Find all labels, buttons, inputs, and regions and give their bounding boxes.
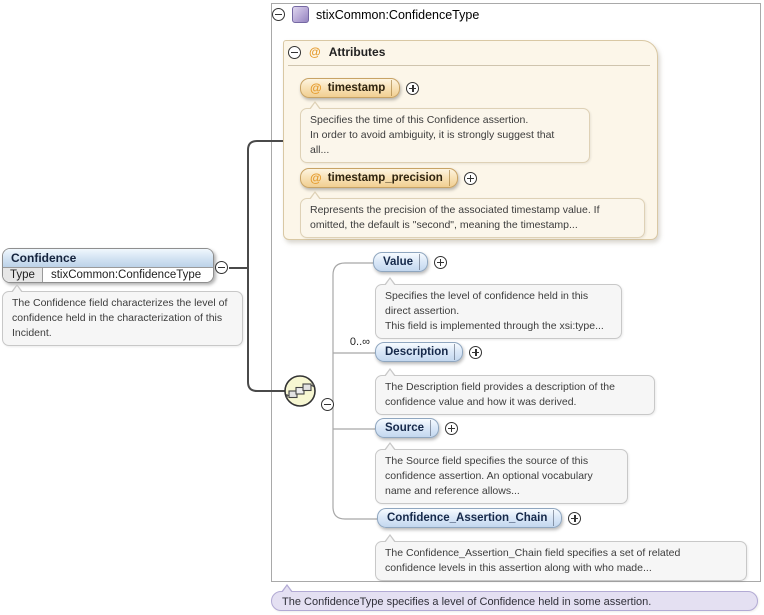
expand-description-icon[interactable] (469, 346, 482, 359)
cardinality-label: 0..∞ (300, 336, 370, 348)
description-doc-tooltip: The Description field provides a descrip… (375, 375, 655, 415)
attribute-timestamp-precision[interactable]: @ timestamp_precision (300, 168, 458, 188)
attribute-at-icon: @ (310, 172, 322, 184)
confidence-doc-tooltip: The Confidence field characterizes the l… (2, 291, 243, 346)
type-title: stixCommon:ConfidenceType (316, 8, 479, 22)
expand-value-icon[interactable] (434, 256, 447, 269)
element-card-confidence[interactable]: Confidence Type stixCommon:ConfidenceTyp… (2, 248, 214, 283)
element-label: Value (383, 256, 413, 268)
timestamp-precision-doc-tooltip: Represents the precision of the associat… (300, 198, 645, 238)
attributes-section-title: Attributes (329, 45, 386, 59)
collapse-attributes-icon[interactable] (288, 46, 301, 59)
element-label: Confidence_Assertion_Chain (387, 512, 547, 524)
element-value[interactable]: Value (373, 252, 428, 272)
element-label: Description (385, 346, 448, 358)
collapse-sequence-icon[interactable] (321, 398, 334, 411)
element-name: Confidence (3, 249, 213, 268)
attribute-label: timestamp (328, 82, 386, 94)
element-source[interactable]: Source (375, 418, 439, 438)
collapse-confidence-icon[interactable] (215, 261, 228, 274)
timestamp-doc-tooltip: Specifies the time of this Confidence as… (300, 108, 590, 163)
type-footer-annotation: The ConfidenceType specifies a level of … (271, 591, 758, 611)
attribute-at-icon: @ (310, 82, 322, 94)
collapse-type-icon[interactable] (272, 8, 285, 21)
source-doc-tooltip: The Source field specifies the source of… (375, 449, 628, 504)
attribute-timestamp[interactable]: @ timestamp (300, 78, 400, 98)
attribute-at-icon: @ (309, 46, 321, 58)
expand-timestamp-precision-icon[interactable] (464, 172, 477, 185)
complextype-icon (292, 6, 309, 23)
type-row-value: stixCommon:ConfidenceType (43, 268, 209, 282)
value-doc-tooltip: Specifies the level of confidence held i… (375, 284, 622, 339)
confidence-assertion-chain-doc-tooltip: The Confidence_Assertion_Chain field spe… (375, 541, 747, 581)
type-row-label: Type (3, 268, 43, 282)
attribute-label: timestamp_precision (328, 172, 443, 184)
expand-confidence-assertion-chain-icon[interactable] (568, 512, 581, 525)
element-description[interactable]: Description (375, 342, 463, 362)
expand-timestamp-icon[interactable] (406, 82, 419, 95)
element-label: Source (385, 422, 424, 434)
expand-source-icon[interactable] (445, 422, 458, 435)
schema-diagram-canvas: stixCommon:ConfidenceType @ Attributes @… (0, 0, 764, 615)
sequence-icon[interactable] (283, 374, 317, 408)
element-confidence-assertion-chain[interactable]: Confidence_Assertion_Chain (377, 508, 562, 528)
